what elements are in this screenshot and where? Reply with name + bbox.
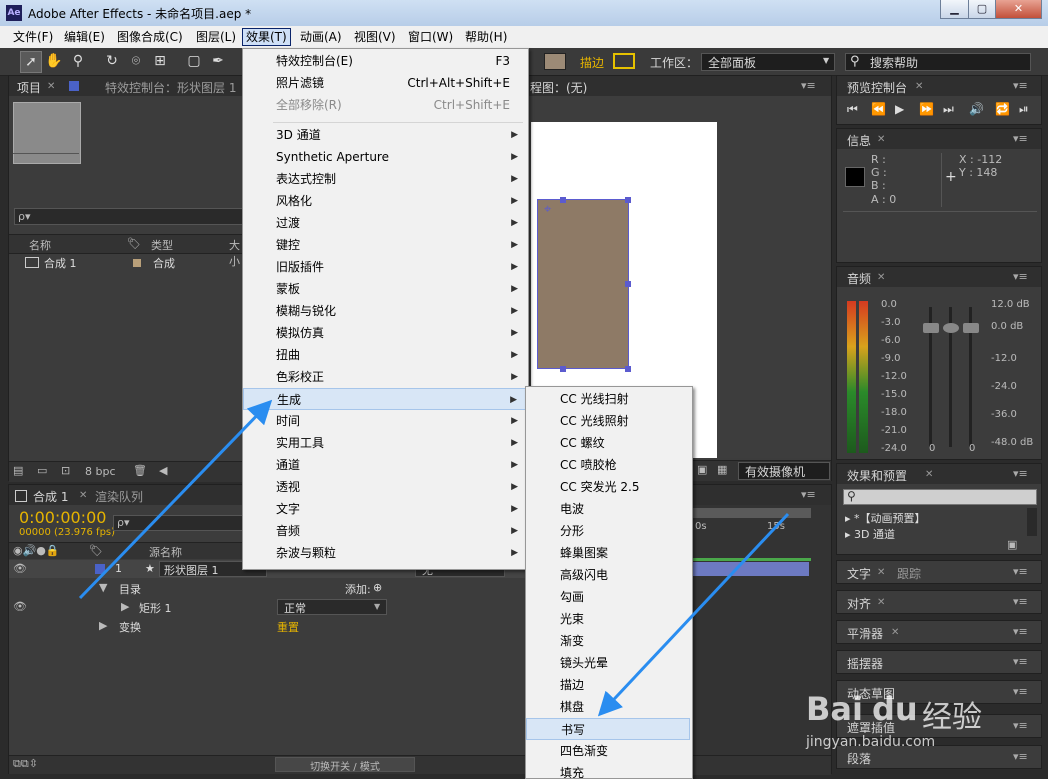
annotation-arrows	[78, 399, 790, 717]
watermark-brand: Bai	[806, 690, 863, 728]
watermark-paw-text: du	[872, 690, 918, 728]
arrow-to-write	[597, 512, 790, 717]
baidu-watermark: Bai du 经验 jingyan.baidu.com	[806, 690, 1046, 770]
arrow-to-generate	[78, 399, 273, 600]
watermark-cn: 经验	[922, 700, 982, 735]
watermark-url: jingyan.baidu.com	[806, 734, 936, 750]
